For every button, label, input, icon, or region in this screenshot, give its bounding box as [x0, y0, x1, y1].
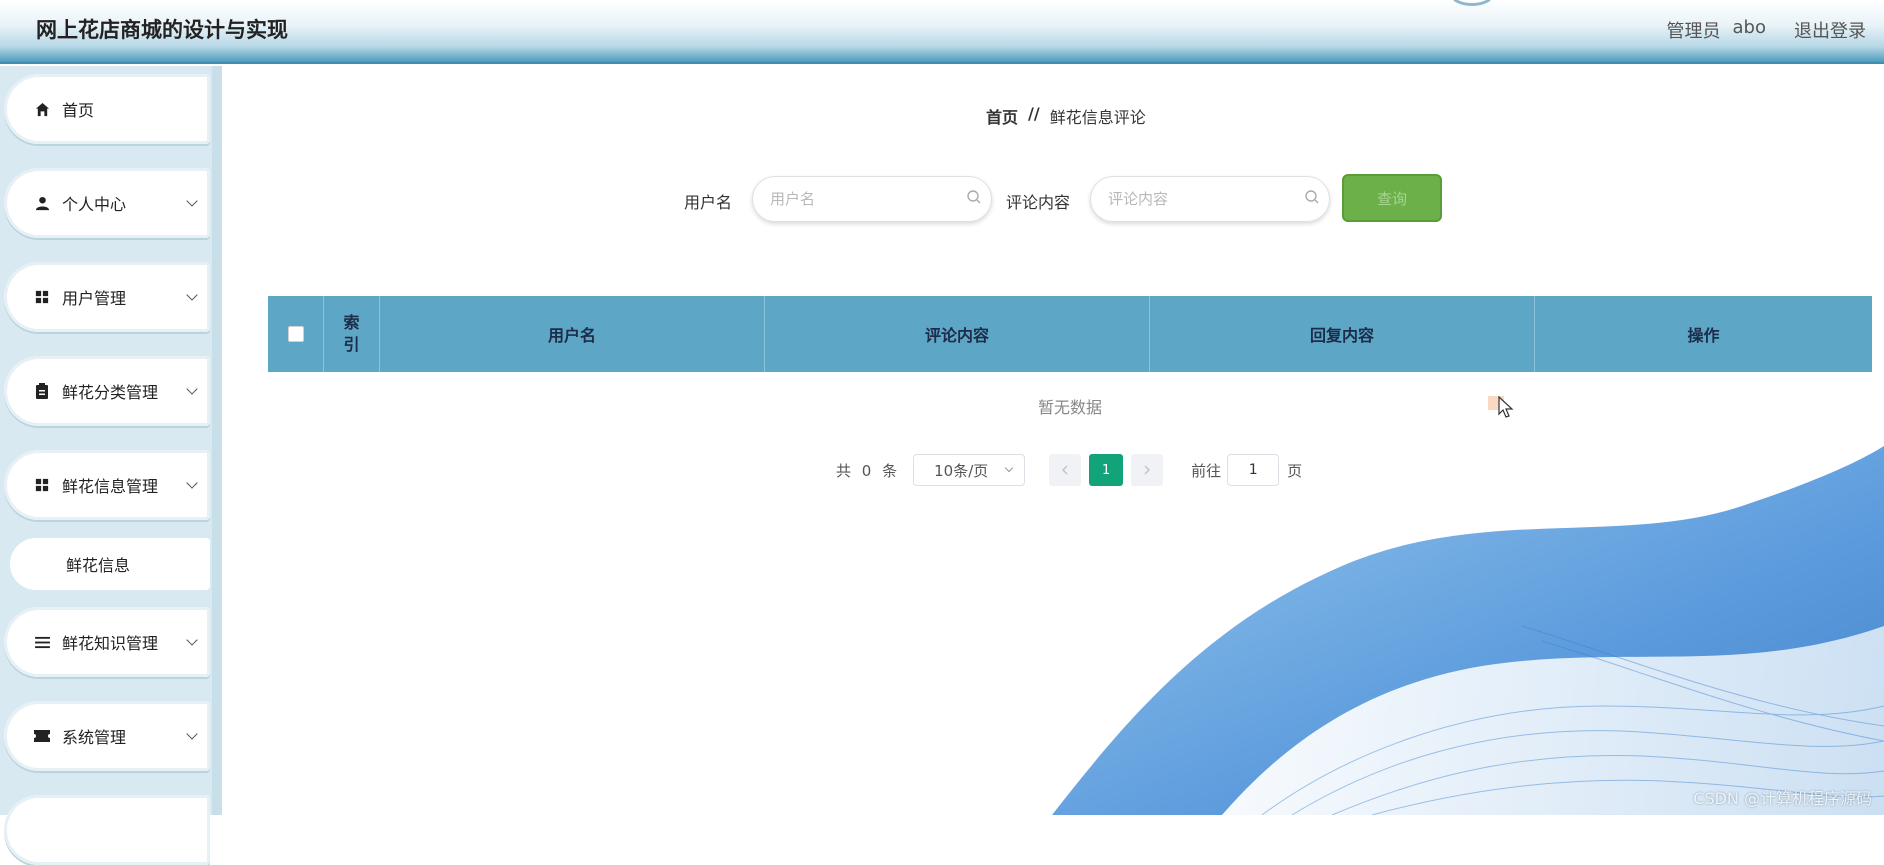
comments-table: 索引 用户名 评论内容 回复内容 操作 暂无数据 [268, 296, 1872, 440]
sidebar-item-label: 用户管理 [62, 289, 127, 308]
user-role: 管理员 [1666, 21, 1721, 42]
username-search-box [752, 176, 992, 222]
grid-icon [34, 477, 50, 493]
select-all-cell [268, 296, 324, 372]
sidebar-item-more[interactable] [4, 795, 210, 865]
main-content: 首页 // 鲜花信息评论 用户名 评论内容 查询 索引 用户名 评论内容 回复内… [222, 66, 1884, 815]
sidebar-item-system-management[interactable]: 系统管理 [4, 701, 210, 771]
chevron-down-icon [186, 634, 198, 646]
top-header: 网上花店商城的设计与实现 管理员 abo 退出登录 [0, 0, 1884, 64]
sidebar-item-label: 鲜花知识管理 [62, 634, 159, 653]
sidebar-menu: 首页 个人中心 用户管理 鲜花分类管理 鲜花信息管理 鲜花信息 鲜花知识管理 系… [0, 66, 212, 865]
sidebar-item-flower-knowledge[interactable]: 鲜花知识管理 [4, 607, 210, 677]
home-icon [34, 101, 50, 117]
comment-search-label: 评论内容 [1006, 193, 1071, 212]
person-icon [34, 195, 50, 211]
page-number-button[interactable]: 1 [1089, 454, 1124, 486]
breadcrumb-current: 鲜花信息评论 [1049, 108, 1146, 127]
next-page-button[interactable] [1131, 454, 1164, 486]
sidebar-item-home[interactable]: 首页 [4, 74, 210, 144]
chevron-down-icon [186, 383, 198, 395]
chevron-down-icon [186, 289, 198, 301]
table-empty-message: 暂无数据 [268, 372, 1872, 440]
chevron-down-icon [186, 477, 198, 489]
chevron-left-icon [1062, 465, 1068, 475]
select-all-checkbox[interactable] [287, 326, 304, 342]
sidebar-item-personal-center[interactable]: 个人中心 [4, 168, 210, 238]
sidebar-item-label: 系统管理 [62, 728, 127, 747]
table-header: 索引 用户名 评论内容 回复内容 操作 [268, 296, 1872, 372]
list-icon [34, 634, 50, 650]
breadcrumb-separator: // [1028, 104, 1040, 123]
total-count: 0 [861, 461, 872, 480]
prev-page-button[interactable] [1049, 454, 1082, 486]
user-name: abo [1732, 17, 1766, 38]
username-search-label: 用户名 [684, 193, 733, 212]
grid-icon [34, 289, 50, 305]
ticket-icon [34, 728, 50, 744]
sidebar-subitem-label: 鲜花信息 [66, 556, 131, 575]
chevron-down-icon [186, 728, 198, 740]
column-header-username: 用户名 [380, 296, 765, 372]
page-size-value: 10条/页 [934, 461, 989, 480]
pagination: 共 0 条 10条/页 1 前往 页 [836, 454, 1302, 486]
comment-search-input[interactable] [1106, 189, 1296, 209]
chevron-down-icon [1004, 463, 1014, 473]
comment-search-box [1090, 176, 1330, 222]
page-suffix: 页 [1287, 461, 1303, 480]
column-header-actions: 操作 [1687, 326, 1720, 345]
app-title: 网上花店商城的设计与实现 [36, 17, 288, 42]
column-header-comment: 评论内容 [765, 296, 1150, 372]
sidebar-item-user-management[interactable]: 用户管理 [4, 262, 210, 332]
page-size-select[interactable]: 10条/页 [913, 454, 1026, 486]
goto-label: 前往 [1191, 461, 1222, 480]
clipboard-icon [34, 383, 50, 399]
sidebar: 首页 个人中心 用户管理 鲜花分类管理 鲜花信息管理 鲜花信息 鲜花知识管理 系… [0, 66, 222, 865]
search-icon [1305, 190, 1319, 204]
sidebar-item-label: 个人中心 [62, 195, 127, 214]
sidebar-item-label: 首页 [62, 101, 95, 120]
search-bar: 用户名 评论内容 查询 [222, 174, 1884, 224]
sidebar-item-label: 鲜花分类管理 [62, 383, 159, 402]
logout-link[interactable]: 退出登录 [1794, 17, 1866, 43]
current-user: 管理员 abo [1667, 17, 1766, 43]
chevron-right-icon [1144, 465, 1151, 475]
pagination-total: 共 0 条 [836, 460, 897, 481]
watermark: CSDN @计算机程序源码 [1693, 789, 1872, 808]
query-button[interactable]: 查询 [1342, 174, 1442, 222]
sidebar-subitem-flower-info[interactable]: 鲜花信息 [10, 538, 210, 590]
search-icon [967, 190, 981, 204]
sidebar-item-flower-category[interactable]: 鲜花分类管理 [4, 356, 210, 426]
total-prefix: 共 [836, 461, 852, 480]
mouse-cursor-icon [1498, 396, 1514, 418]
column-header-reply: 回复内容 [1150, 296, 1535, 372]
breadcrumb: 首页 // 鲜花信息评论 [986, 104, 1146, 128]
sidebar-item-label: 鲜花信息管理 [62, 477, 159, 496]
header-user-area: 管理员 abo 退出登录 [1667, 17, 1866, 43]
sidebar-item-flower-info[interactable]: 鲜花信息管理 [4, 450, 210, 520]
total-suffix: 条 [882, 461, 898, 480]
column-header-index: 索引 [324, 296, 380, 372]
breadcrumb-home[interactable]: 首页 [986, 104, 1018, 128]
header-avatar-ring [1450, 0, 1494, 6]
goto-page-input[interactable] [1227, 454, 1280, 486]
username-search-input[interactable] [768, 189, 958, 209]
chevron-down-icon [186, 195, 198, 207]
